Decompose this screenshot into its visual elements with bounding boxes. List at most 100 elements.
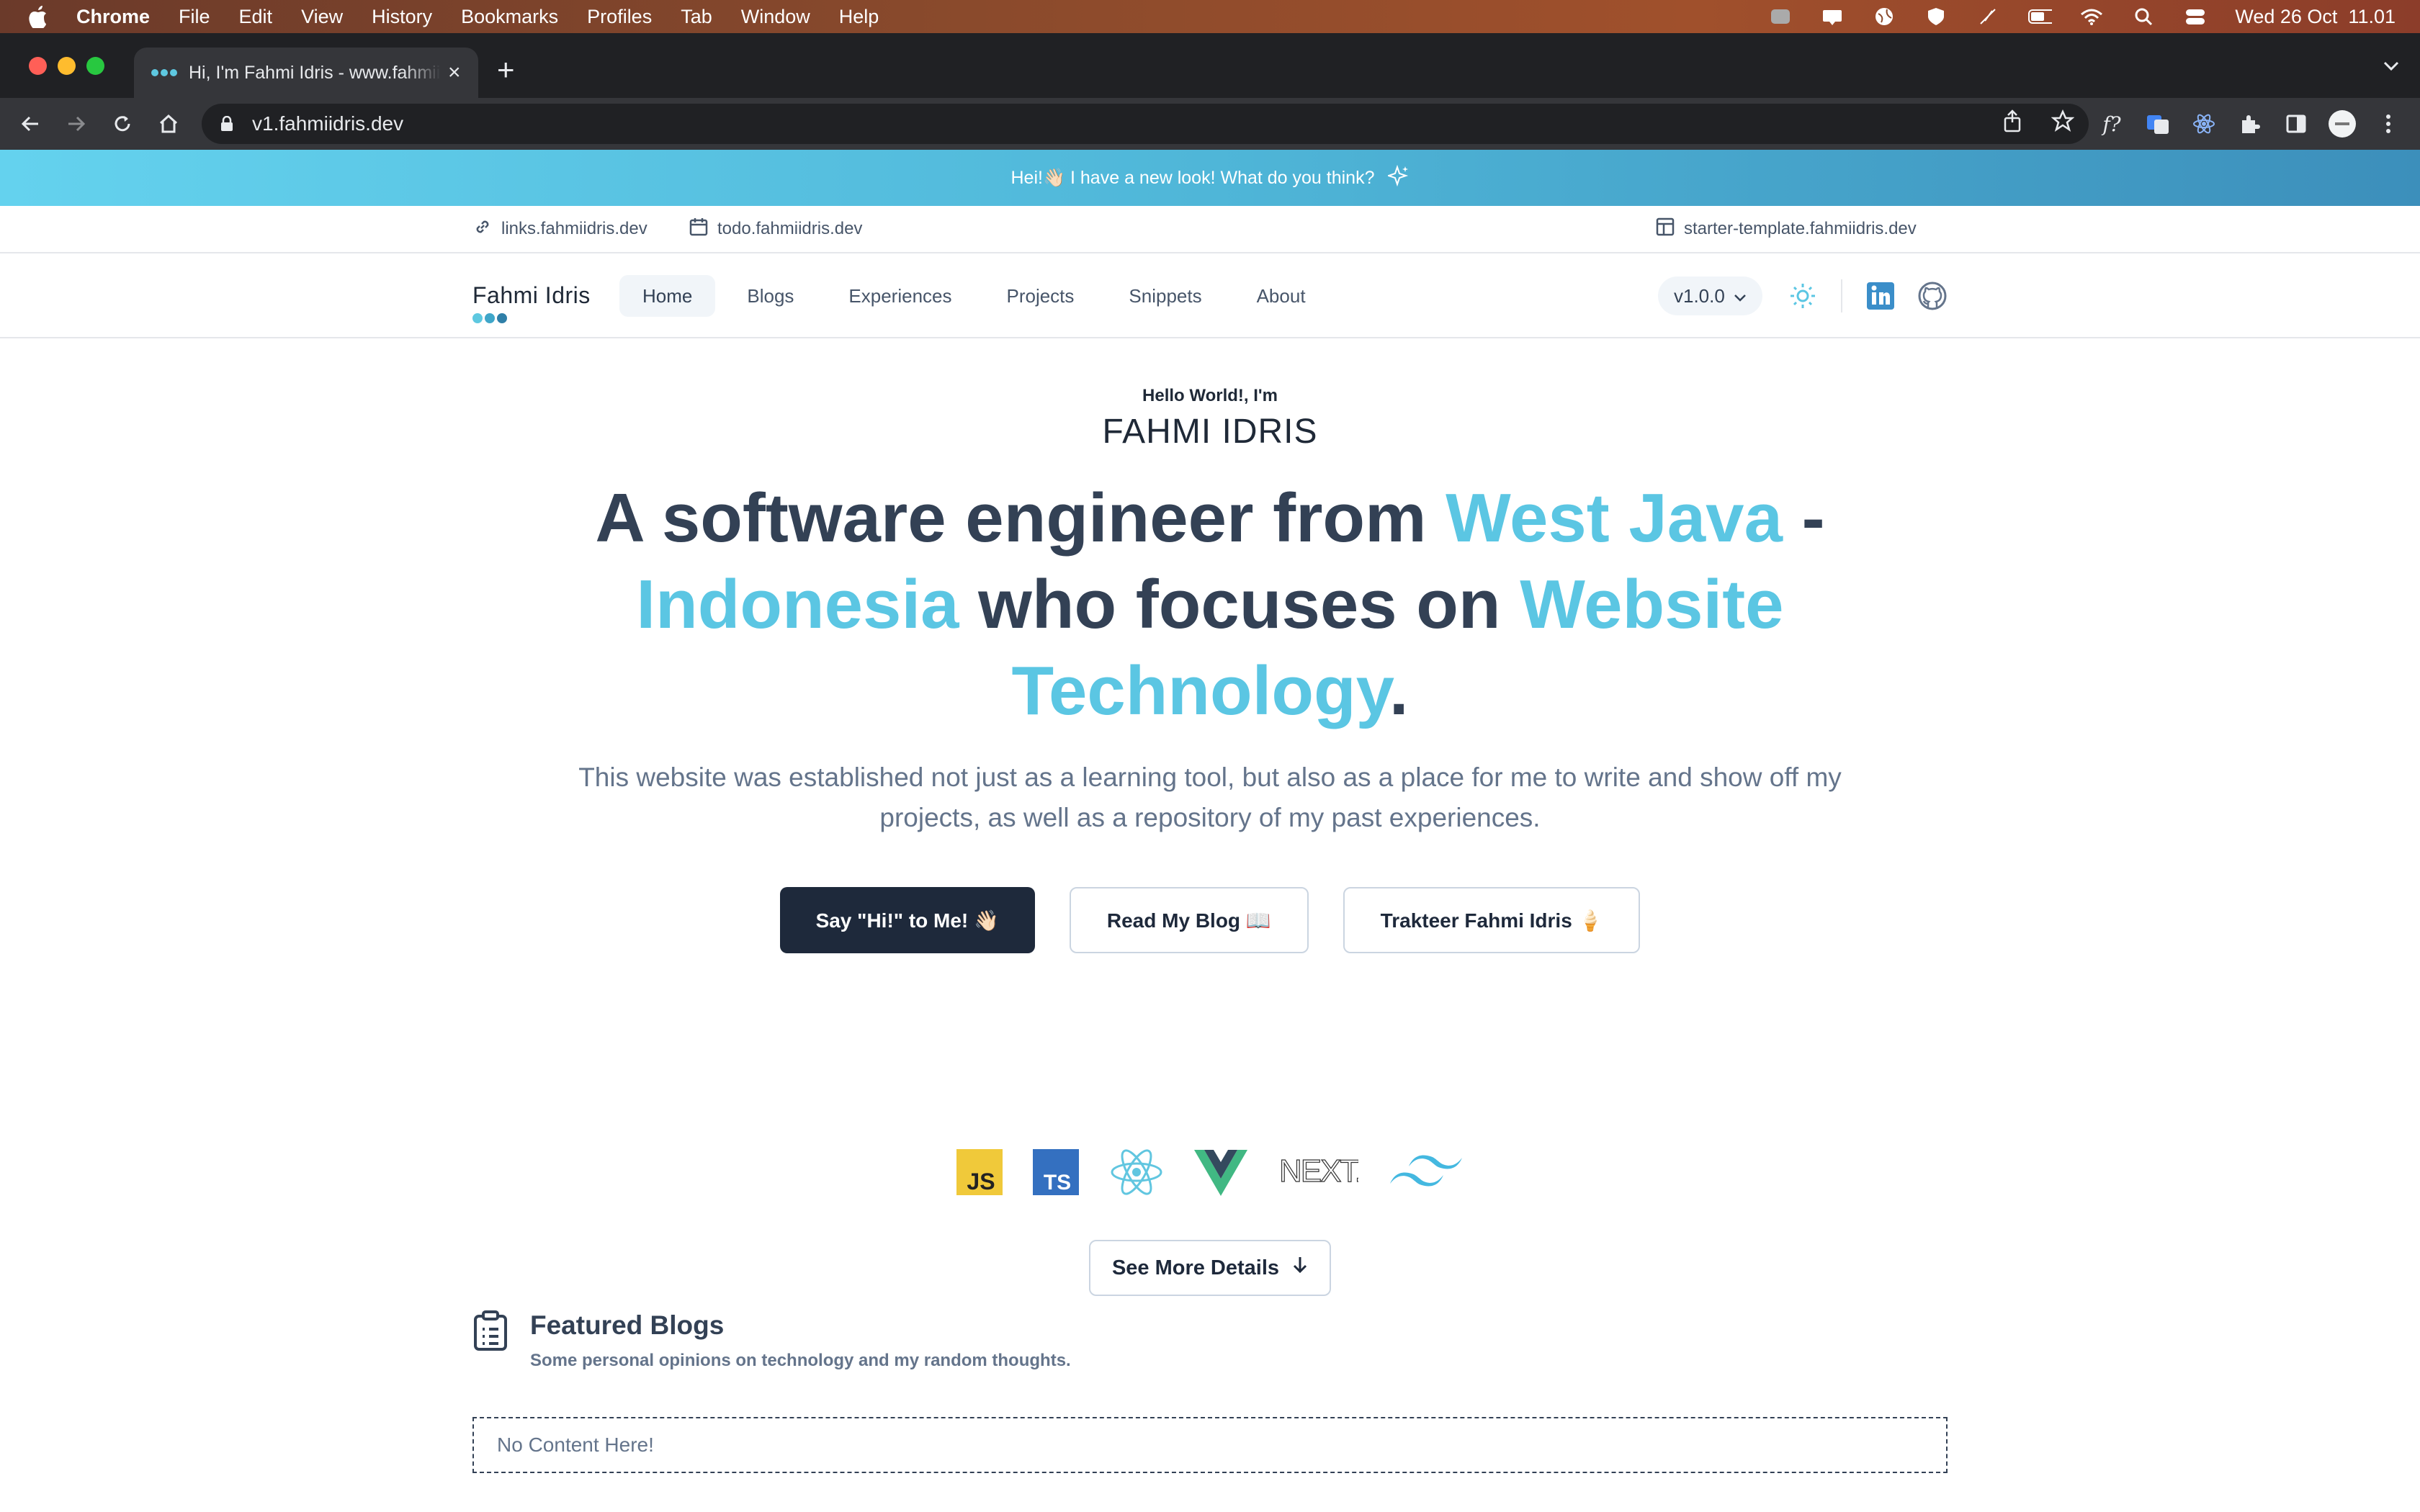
site-navbar: Fahmi Idris Home Blogs Experiences Proje… xyxy=(0,253,2420,338)
say-hi-button[interactable]: Say "Hi!" to Me! 👋🏻 xyxy=(779,887,1035,953)
url-text[interactable]: v1.fahmiidris.dev xyxy=(252,112,403,135)
extensions-puzzle-icon[interactable] xyxy=(2234,108,2266,140)
logo-dots-icon xyxy=(472,313,591,323)
nav-snippets[interactable]: Snippets xyxy=(1106,275,1224,317)
todo-subdomain-link[interactable]: todo.fahmiidris.dev xyxy=(689,206,862,252)
home-button[interactable] xyxy=(153,108,184,140)
site-favicon-icon xyxy=(151,68,177,78)
theme-toggle-sun-icon[interactable] xyxy=(1786,279,1819,312)
nav-home[interactable]: Home xyxy=(619,275,716,317)
menu-help[interactable]: Help xyxy=(839,6,879,28)
globe-icon[interactable] xyxy=(1872,6,1896,27)
lock-icon[interactable] xyxy=(220,114,236,134)
trakteer-button[interactable]: Trakteer Fahmi Idris 🍦 xyxy=(1343,887,1641,953)
hero-headline: A software engineer from West Java - Ind… xyxy=(547,475,1873,734)
nav-experiences[interactable]: Experiences xyxy=(825,275,974,317)
chrome-menu-icon[interactable] xyxy=(2372,108,2404,140)
nav-about[interactable]: About xyxy=(1234,275,1329,317)
menu-view[interactable]: View xyxy=(301,6,343,28)
github-icon[interactable] xyxy=(1916,279,1949,312)
translate-extension-icon[interactable] xyxy=(2142,108,2174,140)
menu-app-chrome[interactable]: Chrome xyxy=(76,6,150,28)
javascript-icon: JS xyxy=(956,1146,1003,1198)
menu-profiles[interactable]: Profiles xyxy=(587,6,652,28)
wifi-icon[interactable] xyxy=(2079,6,2104,27)
featured-blogs-title: Featured Blogs xyxy=(530,1310,725,1340)
menubar-clock[interactable]: Wed 26 Oct 11.01 xyxy=(2235,6,2396,28)
subdomain-links-bar: links.fahmiidris.dev todo.fahmiidris.dev… xyxy=(0,206,2420,253)
pen-slash-icon[interactable] xyxy=(1976,6,2000,27)
hero-cta-group: Say "Hi!" to Me! 👋🏻 Read My Blog 📖 Trakt… xyxy=(0,887,2420,953)
link-chain-icon xyxy=(472,217,493,242)
vpn-shield-icon[interactable] xyxy=(1924,6,1948,27)
menu-tab[interactable]: Tab xyxy=(681,6,712,28)
headline-part-3: who focuses on xyxy=(959,566,1520,643)
svg-text:TS: TS xyxy=(1044,1171,1071,1194)
side-panel-icon[interactable] xyxy=(2280,108,2312,140)
version-dropdown[interactable]: v1.0.0 xyxy=(1658,276,1762,315)
menu-file[interactable]: File xyxy=(179,6,210,28)
tailwind-icon xyxy=(1389,1146,1464,1198)
spotlight-search-icon[interactable] xyxy=(2131,6,2156,27)
window-maximize-button[interactable] xyxy=(86,57,104,75)
svg-text:JS: JS xyxy=(967,1169,995,1194)
sparkles-icon xyxy=(1386,164,1410,192)
new-tab-button[interactable]: + xyxy=(497,55,515,85)
headline-indonesia: Indonesia xyxy=(636,566,959,643)
starter-template-link[interactable]: starter-template.fahmiidris.dev xyxy=(1655,206,1917,252)
share-icon[interactable] xyxy=(2002,109,2022,138)
calendar-icon xyxy=(689,217,709,242)
browser-toolbar: v1.fahmiidris.dev f? xyxy=(0,98,2420,150)
brand-name[interactable]: Fahmi Idris xyxy=(472,282,591,309)
menu-window[interactable]: Window xyxy=(741,6,810,28)
reload-button[interactable] xyxy=(107,108,138,140)
nav-blogs[interactable]: Blogs xyxy=(724,275,817,317)
address-bar[interactable]: v1.fahmiidris.dev xyxy=(202,104,2089,144)
web-page: Hei!👋🏻 I have a new look! What do you th… xyxy=(0,150,2420,1512)
see-more-details-button[interactable]: See More Details xyxy=(1089,1240,1331,1296)
forward-button[interactable] xyxy=(60,108,92,140)
tab-search-chevron-icon[interactable] xyxy=(2383,58,2400,76)
menu-edit[interactable]: Edit xyxy=(239,6,273,28)
notification-icon[interactable] xyxy=(1820,6,1845,27)
react-devtools-icon[interactable] xyxy=(2188,108,2220,140)
tab-title: Hi, I'm Fahmi Idris - www.fahmiidris.dev xyxy=(189,62,441,83)
hero-name: FAHMI IDRIS xyxy=(1102,413,1318,451)
menu-bookmarks[interactable]: Bookmarks xyxy=(461,6,558,28)
vue-icon xyxy=(1194,1146,1247,1198)
browser-tab-active[interactable]: Hi, I'm Fahmi Idris - www.fahmiidris.dev… xyxy=(134,48,478,98)
starter-template-label[interactable]: starter-template.fahmiidris.dev xyxy=(1684,219,1917,239)
main-nav: Home Blogs Experiences Projects Snippets… xyxy=(619,275,1329,317)
version-label[interactable]: v1.0.0 xyxy=(1674,285,1725,307)
see-more-label[interactable]: See More Details xyxy=(1112,1256,1279,1280)
chevron-down-icon xyxy=(1734,285,1747,307)
browser-tabstrip: Hi, I'm Fahmi Idris - www.fahmiidris.dev… xyxy=(0,33,2420,98)
window-close-button[interactable] xyxy=(29,57,47,75)
font-extension-icon[interactable]: f? xyxy=(2096,108,2128,140)
todo-subdomain-label[interactable]: todo.fahmiidris.dev xyxy=(717,219,862,239)
links-subdomain-link[interactable]: links.fahmiidris.dev xyxy=(472,206,647,252)
linkedin-icon[interactable] xyxy=(1864,279,1897,312)
empty-content-placeholder: No Content Here! xyxy=(472,1417,1948,1473)
battery-icon[interactable] xyxy=(2027,6,2053,27)
cpu-stats-icon[interactable] xyxy=(1768,6,1793,27)
announcement-banner[interactable]: Hei!👋🏻 I have a new look! What do you th… xyxy=(0,150,2420,206)
react-icon xyxy=(1109,1146,1164,1198)
nav-projects[interactable]: Projects xyxy=(983,275,1097,317)
read-blog-button[interactable]: Read My Blog 📖 xyxy=(1069,887,1309,953)
window-minimize-button[interactable] xyxy=(58,57,76,75)
tab-close-icon[interactable]: × xyxy=(448,60,461,85)
links-subdomain-label[interactable]: links.fahmiidris.dev xyxy=(501,219,647,239)
headline-west-java: West Java xyxy=(1446,480,1783,557)
apple-logo-icon[interactable] xyxy=(27,4,49,29)
featured-blogs-subtitle: Some personal opinions on technology and… xyxy=(530,1351,1071,1370)
profile-avatar[interactable] xyxy=(2326,108,2358,140)
bookmark-star-icon[interactable] xyxy=(2051,109,2075,138)
site-logo[interactable]: Fahmi Idris xyxy=(472,282,591,323)
announcement-text[interactable]: Hei!👋🏻 I have a new look! What do you th… xyxy=(1010,168,1374,189)
menu-history[interactable]: History xyxy=(372,6,432,28)
nextjs-wordmark: NEXT.js xyxy=(1279,1154,1358,1189)
control-center-icon[interactable] xyxy=(2183,6,2208,27)
back-button[interactable] xyxy=(14,108,46,140)
headline-part-2: - xyxy=(1782,480,1825,557)
